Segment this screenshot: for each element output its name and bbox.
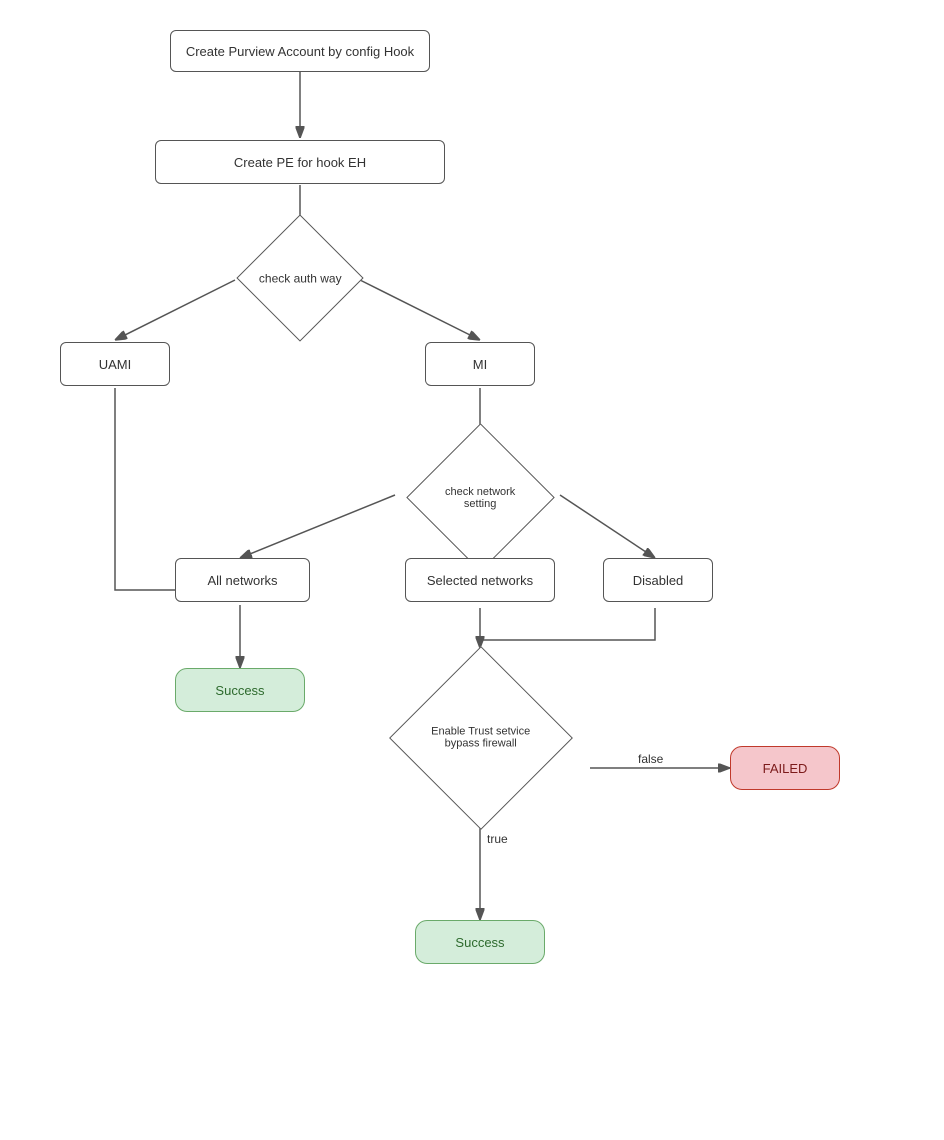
true-label: true <box>487 832 508 846</box>
success-2-node: Success <box>415 920 545 964</box>
false-label: false <box>638 752 663 766</box>
create-pe-node: Create PE for hook EH <box>155 140 445 184</box>
flowchart-diagram: Create Purview Account by config Hook Cr… <box>0 0 944 1140</box>
check-network-node: check network setting <box>378 440 583 555</box>
check-auth-node: check auth way <box>213 228 387 328</box>
create-purview-node: Create Purview Account by config Hook <box>170 30 430 72</box>
all-networks-node: All networks <box>175 558 310 602</box>
success-1-node: Success <box>175 668 305 712</box>
failed-node: FAILED <box>730 746 840 790</box>
selected-networks-node: Selected networks <box>405 558 555 602</box>
uami-node: UAMI <box>60 342 170 386</box>
mi-node: MI <box>425 342 535 386</box>
enable-trust-node: Enable Trust setvice bypass firewall <box>378 645 583 830</box>
disabled-node: Disabled <box>603 558 713 602</box>
